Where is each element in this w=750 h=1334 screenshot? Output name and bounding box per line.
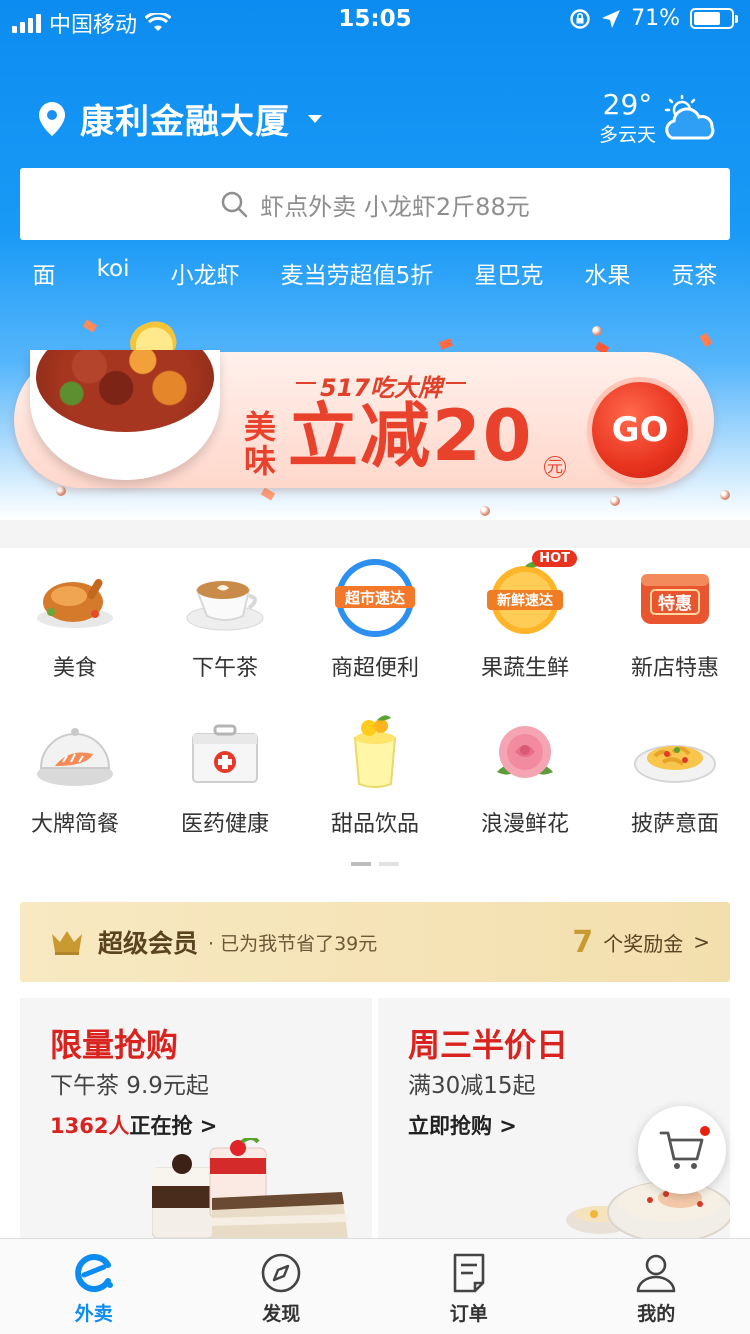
tab-label: 外卖 — [74, 1303, 113, 1325]
location-pin-icon — [39, 101, 65, 136]
hot-word[interactable]: 水果 — [584, 256, 630, 290]
promo-banner[interactable]: 517吃大牌 美味 立减20 元 GO — [0, 300, 750, 520]
hot-badge: HOT — [532, 550, 577, 567]
crown-icon — [52, 931, 82, 955]
vip-title: 超级会员 — [98, 929, 199, 958]
flash-sale-card[interactable]: 限量抢购 下午茶 9.9元起 1362人正在抢 > — [20, 998, 372, 1238]
shopping-cart-icon — [659, 1131, 704, 1169]
category-label: 披萨意面 — [630, 812, 719, 837]
pasta-icon — [634, 745, 716, 783]
tab-label: 发现 — [262, 1303, 301, 1325]
promo-title: 周三半价日 — [408, 1026, 569, 1064]
search-bar[interactable]: 虾点外卖 小龙虾2斤88元 — [20, 168, 730, 240]
weather-widget[interactable]: 29° 多云天 — [599, 90, 720, 147]
battery-percent: 71% — [631, 6, 680, 31]
category-new-store[interactable]: 特惠 新店特惠 — [600, 548, 750, 704]
category-dessert[interactable]: 甜品饮品 — [300, 704, 450, 860]
banner-prefix: 美味 — [244, 408, 277, 480]
weather-description: 多云天 — [598, 124, 656, 146]
promo-link[interactable]: 立即抢购 > — [408, 1110, 517, 1140]
category-label: 下午茶 — [191, 656, 258, 681]
category-label: 商超便利 — [330, 656, 419, 681]
category-label: 美食 — [52, 656, 97, 681]
location-selector[interactable]: 康利金融大厦 — [38, 94, 322, 143]
category-label: 浪漫鲜花 — [480, 812, 569, 837]
category-label: 大牌简餐 — [30, 812, 119, 837]
chevron-down-icon — [308, 114, 322, 123]
vip-savings: · 已为我节省了39元 — [208, 932, 378, 955]
banner-go-button[interactable]: GO — [592, 382, 688, 478]
promo-subtitle: 下午茶 9.9元起 — [50, 1073, 209, 1099]
salmon-plate-icon — [37, 728, 113, 786]
category-label: 新店特惠 — [630, 656, 719, 681]
category-food[interactable]: 美食 — [0, 548, 150, 704]
reward-count: 7 — [572, 924, 594, 960]
category-pizza-pasta[interactable]: 披萨意面 — [600, 704, 750, 860]
promo-highlight: 1362人 — [50, 1114, 130, 1138]
fresh-produce-icon: 新鲜速达 — [487, 561, 563, 634]
tab-takeout[interactable]: 外卖 — [0, 1239, 188, 1334]
super-vip-bar[interactable]: 超级会员 · 已为我节省了39元 7 个奖励金 > — [20, 902, 730, 982]
category-flowers[interactable]: 浪漫鲜花 — [450, 704, 600, 860]
category-fresh-produce[interactable]: 新鲜速达 HOT 果蔬生鲜 — [450, 548, 600, 704]
banner-unit: 元 — [544, 456, 566, 478]
weather-temperature: 29° — [602, 88, 653, 121]
hot-word[interactable]: 面 — [33, 256, 56, 290]
header: 中国移动 15:05 71% 康利金融大厦 29° 多云天 虾点外卖 小龙虾2斤… — [0, 0, 750, 520]
rose-icon — [497, 726, 553, 778]
category-label: 医药健康 — [180, 812, 269, 837]
tab-discover[interactable]: 发现 — [188, 1239, 376, 1334]
hot-word[interactable]: koi — [97, 256, 130, 290]
coffee-cup-icon — [186, 581, 264, 631]
tab-orders[interactable]: 订单 — [375, 1239, 563, 1334]
order-list-icon — [453, 1253, 485, 1293]
promo-link[interactable]: 1362人正在抢 > — [50, 1110, 217, 1140]
hot-word[interactable]: 麦当劳超值5折 — [281, 256, 434, 290]
dessert-image — [152, 1138, 348, 1238]
svg-text:特惠: 特惠 — [658, 593, 692, 614]
tab-label: 我的 — [637, 1303, 676, 1325]
new-store-icon: 特惠 — [641, 574, 709, 624]
user-icon — [636, 1254, 676, 1293]
search-icon — [222, 191, 248, 218]
search-placeholder: 虾点外卖 小龙虾2斤88元 — [260, 192, 530, 221]
hot-word[interactable]: 星巴克 — [474, 256, 543, 290]
svg-text:新鲜速达: 新鲜速达 — [497, 592, 553, 609]
eleme-logo-icon — [74, 1254, 113, 1292]
bottom-tab-bar: 外卖 发现 订单 我的 — [0, 1238, 750, 1334]
category-label: 甜品饮品 — [330, 812, 419, 837]
category-afternoon-tea[interactable]: 下午茶 — [150, 548, 300, 704]
category-brand-meal[interactable]: 大牌简餐 — [0, 704, 150, 860]
roast-chicken-icon — [37, 578, 113, 628]
supermarket-icon: 超市速达 — [335, 559, 415, 637]
dessert-cup-icon — [353, 715, 397, 788]
reward-label: 个奖励金 — [603, 931, 684, 956]
location-arrow-icon — [602, 9, 621, 28]
promo-title: 限量抢购 — [50, 1026, 179, 1064]
tab-label: 订单 — [449, 1303, 488, 1325]
compass-icon — [261, 1253, 301, 1293]
chevron-right-icon: > — [693, 930, 710, 954]
hot-word[interactable]: 贡茶 — [671, 256, 717, 290]
svg-text:超市速达: 超市速达 — [344, 589, 405, 607]
category-pager — [0, 862, 750, 866]
status-bar: 中国移动 15:05 71% — [0, 0, 750, 40]
cloud-sun-icon — [664, 94, 715, 139]
hot-word[interactable]: 小龙虾 — [171, 256, 240, 290]
category-label: 果蔬生鲜 — [480, 656, 569, 681]
tab-profile[interactable]: 我的 — [563, 1239, 750, 1334]
medicine-box-icon — [192, 724, 258, 783]
category-supermarket[interactable]: 超市速达 商超便利 — [300, 548, 450, 704]
promo-link-text: 正在抢 > — [129, 1114, 218, 1138]
hot-search-words: 面 koi 小龙虾 麦当劳超值5折 星巴克 水果 贡茶 — [0, 256, 750, 290]
promo-subtitle: 满30减15起 — [408, 1073, 536, 1099]
category-grid: 美食 下午茶 超市速达 商超便利 新鲜速达 HOT 果蔬生鲜 特惠 新店特惠 大… — [0, 548, 750, 868]
location-name: 康利金融大厦 — [80, 102, 290, 142]
category-medicine[interactable]: 医药健康 — [150, 704, 300, 860]
banner-headline: 立减20 — [288, 395, 534, 477]
cart-button[interactable] — [638, 1106, 726, 1194]
cart-badge-dot — [698, 1124, 712, 1138]
rotation-lock-icon — [570, 8, 590, 29]
battery-icon — [690, 8, 738, 29]
